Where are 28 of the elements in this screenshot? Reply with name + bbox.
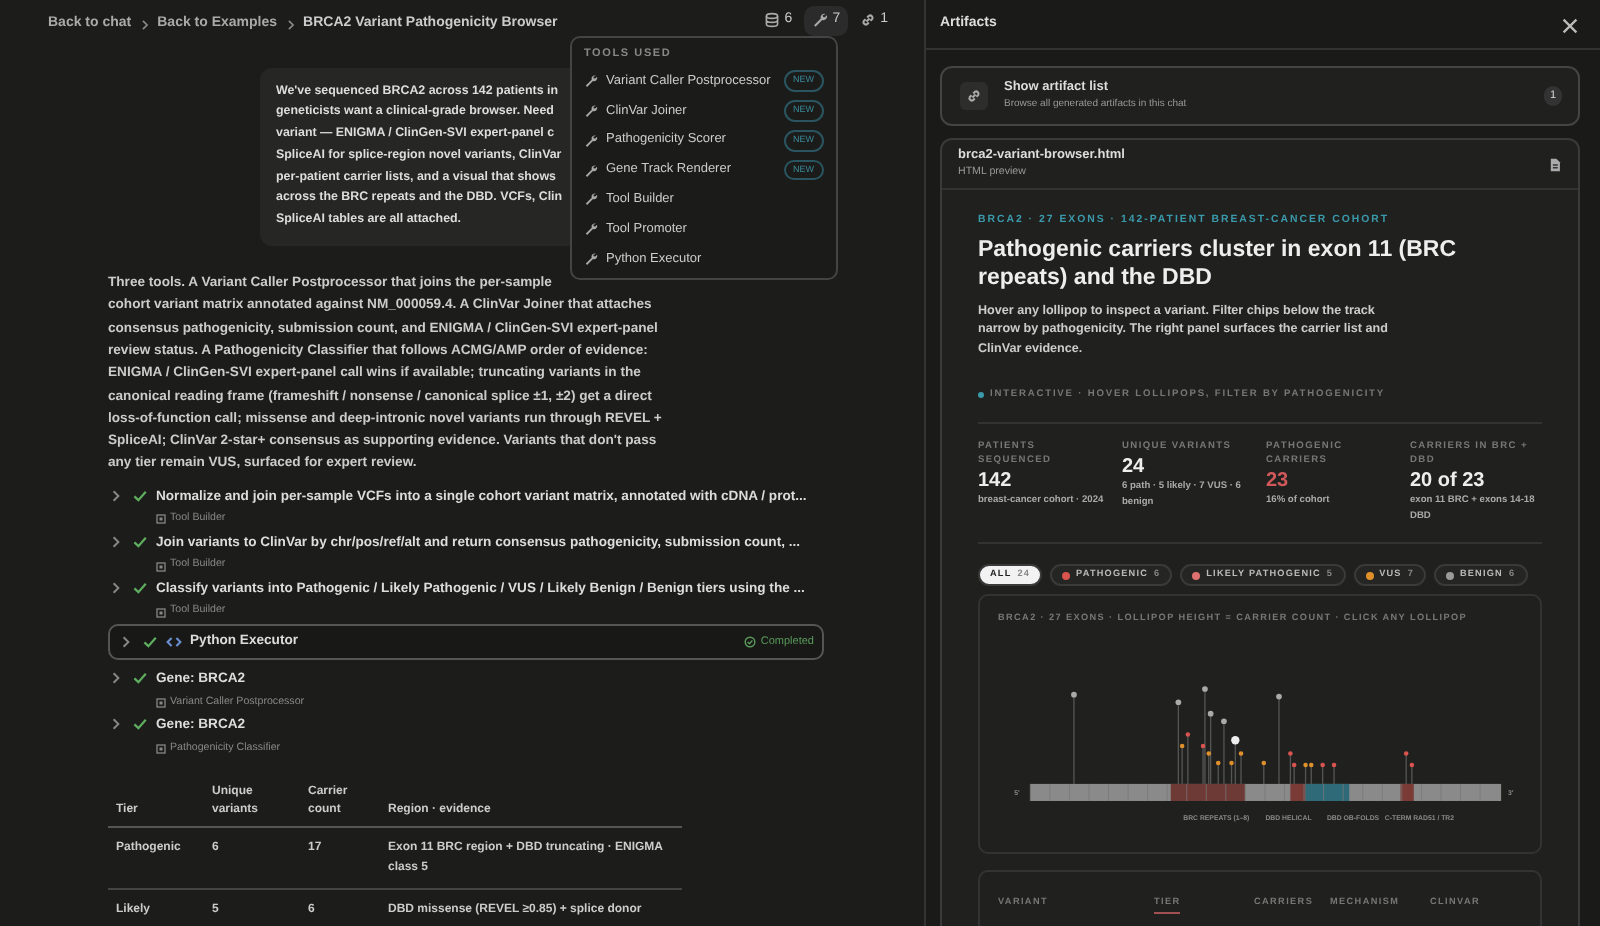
tool-icon [156,697,166,708]
link-icon [860,12,877,29]
expand-chevron-icon[interactable] [108,533,124,550]
tool-icon [156,561,166,572]
expand-chevron-icon[interactable] [108,670,124,687]
expand-chevron-icon[interactable] [118,634,134,651]
chevron-icon [137,17,152,32]
stat-value: 24 [1122,456,1147,481]
expand-chevron-icon[interactable] [108,716,124,733]
link-icon [960,82,988,110]
status-dot [978,392,984,399]
database-icon [764,12,781,29]
close-button[interactable] [1560,14,1580,34]
expand-chevron-icon[interactable] [108,580,124,596]
expand-chevron-icon[interactable] [108,487,124,504]
artifact-heading: Pathogenic carriers cluster in exon 11 (BRC repeats) and the DBD [978,235,1459,292]
stat-value: 23 [1266,470,1291,495]
stat-value: 142 [978,470,1014,495]
check-circle-icon [744,636,757,649]
code-icon [166,634,182,651]
wrench-icon [812,12,829,29]
tool-icon [156,514,166,525]
lollipop-track-drawing[interactable] [1029,686,1502,802]
stat-value: 20 of 23 [1410,470,1487,495]
chevron-icon [283,17,298,32]
tool-icon [156,744,166,755]
tool-icon [156,607,166,618]
document-icon [1548,155,1562,173]
